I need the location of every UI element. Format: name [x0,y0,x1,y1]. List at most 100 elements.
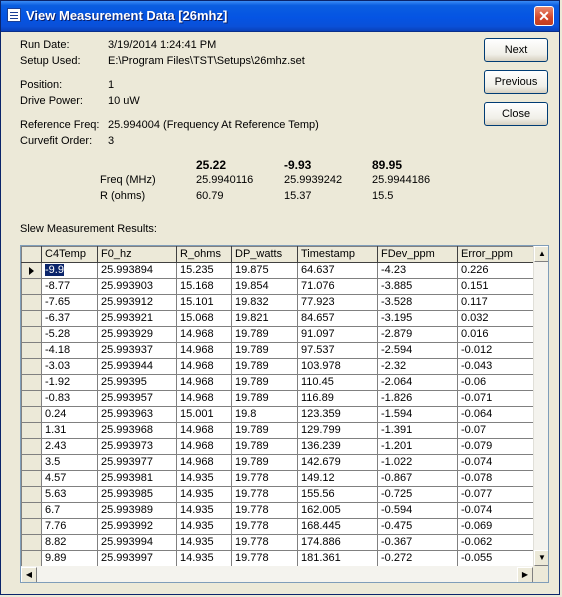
table-cell[interactable]: -5.28 [41,326,98,343]
table-cell[interactable]: -4.18 [41,342,98,359]
table-cell[interactable]: 19.789 [231,374,298,391]
table-cell[interactable]: 14.968 [176,422,232,439]
scroll-left-icon[interactable]: ◀ [21,567,37,582]
table-cell[interactable]: 91.097 [297,326,378,343]
table-row[interactable]: 8.82 25.993994 14.935 19.778 174.886 -0.367 -0… [21,534,538,551]
table-cell[interactable]: 14.968 [176,358,232,375]
table-cell[interactable]: 9.89 [41,550,98,567]
table-cell[interactable]: 14.968 [176,390,232,407]
table-cell[interactable]: -3.528 [377,294,458,311]
table-cell[interactable]: -0.055 [457,550,538,567]
row-selector[interactable] [21,294,42,311]
table-cell[interactable]: 25.993957 [97,390,177,407]
table-cell[interactable]: 7.76 [41,518,98,535]
table-cell[interactable]: -0.069 [457,518,538,535]
table-cell[interactable]: -1.201 [377,438,458,455]
table-cell[interactable]: 15.235 [176,262,232,279]
table-cell[interactable]: -0.07 [457,422,538,439]
table-cell[interactable]: 19.789 [231,422,298,439]
table-cell[interactable]: -6.37 [41,310,98,327]
table-cell[interactable]: -0.012 [457,342,538,359]
table-cell[interactable]: 14.935 [176,518,232,535]
table-cell[interactable]: 19.854 [231,278,298,295]
table-cell[interactable]: 25.993997 [97,550,177,567]
table-cell[interactable]: 25.993973 [97,438,177,455]
table-cell[interactable]: 2.43 [41,438,98,455]
table-cell[interactable]: 5.63 [41,486,98,503]
table-row[interactable]: 4.57 25.993981 14.935 19.778 149.12 -0.867 -0.… [21,470,538,487]
table-row[interactable]: -5.28 25.993929 14.968 19.789 91.097 -2.879 0.… [21,326,538,343]
table-cell[interactable]: 136.239 [297,438,378,455]
row-selector[interactable] [21,550,42,567]
table-row[interactable]: -4.18 25.993937 14.968 19.789 97.537 -2.594 -0… [21,342,538,359]
table-cell[interactable]: 25.993912 [97,294,177,311]
table-row[interactable]: 6.7 25.993989 14.935 19.778 162.005 -0.594 -0.… [21,502,538,519]
table-cell[interactable]: 19.832 [231,294,298,311]
table-cell[interactable]: 15.001 [176,406,232,423]
table-cell[interactable]: -2.32 [377,358,458,375]
table-cell[interactable]: 149.12 [297,470,378,487]
row-selector[interactable] [21,422,42,439]
column-header[interactable]: DP_watts [231,246,298,263]
table-cell[interactable]: 15.101 [176,294,232,311]
table-cell[interactable]: -0.272 [377,550,458,567]
table-cell[interactable]: 25.993921 [97,310,177,327]
table-cell[interactable]: 25.993968 [97,422,177,439]
column-header[interactable]: FDev_ppm [377,246,458,263]
table-cell[interactable]: 168.445 [297,518,378,535]
close-button[interactable]: Close [484,102,548,126]
row-selector[interactable] [21,342,42,359]
table-row[interactable]: 7.76 25.993992 14.935 19.778 168.445 -0.475 -0… [21,518,538,535]
table-cell[interactable]: 19.789 [231,390,298,407]
slew-results-grid[interactable]: C4Temp F0_hz R_ohms DP_watts Timestamp F… [20,245,549,583]
table-cell[interactable]: 15.068 [176,310,232,327]
row-selector[interactable] [21,374,42,391]
table-cell[interactable]: 142.679 [297,454,378,471]
table-cell[interactable]: 19.789 [231,326,298,343]
table-cell[interactable]: 181.361 [297,550,378,567]
table-row[interactable]: -6.37 25.993921 15.068 19.821 84.657 -3.195 0.… [21,310,538,327]
table-cell[interactable]: -7.65 [41,294,98,311]
table-cell[interactable]: 14.935 [176,470,232,487]
row-selector[interactable] [21,262,42,279]
table-cell[interactable]: 25.993992 [97,518,177,535]
next-button[interactable]: Next [484,38,548,62]
row-selector[interactable] [21,518,42,535]
vertical-scrollbar[interactable]: ▲ ▼ [533,246,548,566]
table-cell[interactable]: -0.074 [457,454,538,471]
table-cell[interactable]: -0.83 [41,390,98,407]
table-cell[interactable]: 19.778 [231,550,298,567]
table-cell[interactable]: -9.9 [41,262,98,279]
scroll-down-icon[interactable]: ▼ [534,550,548,566]
row-selector[interactable] [21,438,42,455]
table-cell[interactable]: 25.993944 [97,358,177,375]
table-cell[interactable]: -0.725 [377,486,458,503]
table-cell[interactable]: 155.56 [297,486,378,503]
row-selector[interactable] [21,534,42,551]
table-cell[interactable]: 97.537 [297,342,378,359]
scroll-right-icon[interactable]: ▶ [517,567,533,582]
table-cell[interactable]: -3.03 [41,358,98,375]
table-row[interactable]: -3.03 25.993944 14.968 19.789 103.978 -2.32 -0… [21,358,538,375]
table-cell[interactable]: -0.594 [377,502,458,519]
table-cell[interactable]: 1.31 [41,422,98,439]
table-cell[interactable]: 6.7 [41,502,98,519]
table-cell[interactable]: -1.92 [41,374,98,391]
table-cell[interactable]: 19.8 [231,406,298,423]
row-selector[interactable] [21,310,42,327]
table-cell[interactable]: 14.935 [176,534,232,551]
column-header[interactable]: Timestamp [297,246,378,263]
table-cell[interactable]: -2.064 [377,374,458,391]
row-selector[interactable] [21,278,42,295]
table-cell[interactable]: -3.885 [377,278,458,295]
table-cell[interactable]: -0.074 [457,502,538,519]
table-row[interactable]: 1.31 25.993968 14.968 19.789 129.799 -1.391 -0… [21,422,538,439]
table-cell[interactable]: 19.875 [231,262,298,279]
table-cell[interactable]: -3.195 [377,310,458,327]
table-cell[interactable]: 110.45 [297,374,378,391]
table-cell[interactable]: 19.789 [231,342,298,359]
title-bar[interactable]: View Measurement Data [26mhz] ✕ [1,1,559,32]
table-cell[interactable]: 14.935 [176,502,232,519]
column-header[interactable]: R_ohms [176,246,232,263]
table-cell[interactable]: -0.475 [377,518,458,535]
